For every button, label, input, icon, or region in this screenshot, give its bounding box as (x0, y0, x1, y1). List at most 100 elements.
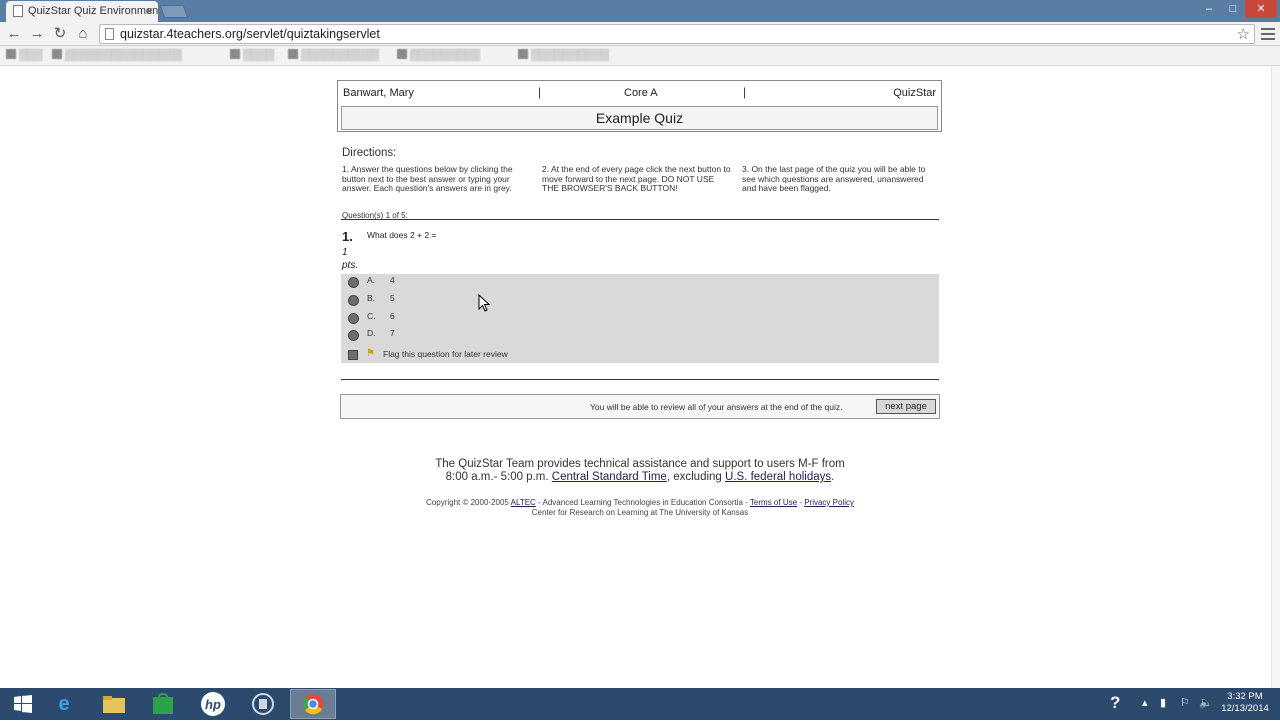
copyright-prefix: Copyright © 2000-2005 (426, 498, 509, 507)
close-window-button[interactable]: ✕ (1245, 0, 1277, 18)
store-icon[interactable] (140, 689, 186, 719)
answer-option-b[interactable]: B. 5 (348, 293, 648, 307)
answer-letter: B. (367, 293, 376, 303)
divider (341, 219, 939, 220)
page-info-icon[interactable] (105, 28, 114, 40)
review-note: You will be able to review all of your a… (590, 402, 843, 412)
copyright-dash: - (799, 498, 802, 507)
tab-title: QuizStar Quiz Environmen (28, 5, 158, 17)
answer-value: 7 (390, 328, 395, 338)
altec-link[interactable]: ALTEC (511, 498, 536, 507)
tab-close-icon[interactable]: × (146, 4, 153, 18)
flag-icon: ⚑ (366, 348, 375, 359)
support-line-2: 8:00 a.m.- 5:00 p.m. Central Standard Ti… (340, 471, 940, 484)
volume-icon[interactable]: 🔈 (1199, 696, 1213, 709)
radio-button[interactable] (348, 313, 359, 324)
support-hours: 8:00 a.m.- 5:00 p.m. (445, 471, 549, 483)
header-separator: | (538, 85, 542, 99)
answer-value: 5 (390, 293, 395, 303)
bookmark-item[interactable]: ▒▒▒▒▒▒▒▒▒▒▒▒▒▒▒ (52, 49, 182, 61)
radio-button[interactable] (348, 277, 359, 288)
address-bar[interactable]: quizstar.4teachers.org/servlet/quiztakin… (99, 24, 1255, 44)
svg-text:hp: hp (205, 697, 221, 712)
show-hidden-icons-icon[interactable]: ▴ (1142, 696, 1148, 709)
brand-name: QuizStar (893, 87, 936, 99)
student-name: Banwart, Mary (343, 87, 414, 99)
flag-label: Flag this question for later review (383, 349, 508, 359)
reload-icon[interactable]: ↻ (51, 25, 69, 43)
windows-start-icon[interactable] (0, 689, 46, 719)
vertical-scrollbar[interactable] (1271, 66, 1280, 688)
course-name: Core A (624, 87, 658, 99)
answer-value: 4 (390, 275, 395, 285)
radio-button[interactable] (348, 295, 359, 306)
internet-explorer-icon[interactable]: e (41, 689, 87, 719)
file-explorer-icon[interactable] (91, 689, 137, 719)
bookmark-item[interactable]: ▒▒▒▒ (230, 49, 274, 61)
direction-step-3: 3. On the last page of the quiz you will… (742, 164, 926, 193)
radio-button[interactable] (348, 330, 359, 341)
answer-value: 6 (390, 311, 395, 321)
divider (341, 379, 939, 380)
next-page-button[interactable]: next page (876, 399, 936, 414)
clock-date: 12/13/2014 (1221, 703, 1269, 714)
browser-toolbar: ← → ↻ ⌂ quizstar.4teachers.org/servlet/q… (0, 22, 1280, 46)
copyright-line-2: Center for Research on Learning at The U… (531, 508, 749, 517)
bookmark-item[interactable]: ▒▒▒ (6, 49, 42, 61)
answer-option-c[interactable]: C. 6 (348, 311, 648, 325)
support-text-end: . (831, 471, 835, 483)
support-line-1: The QuizStar Team provides technical ass… (435, 458, 845, 470)
clock-time: 3:32 PM (1227, 691, 1263, 702)
quiz-title: Example Quiz (341, 106, 938, 130)
new-tab-button[interactable] (159, 5, 189, 18)
forward-arrow-icon[interactable]: → (28, 25, 46, 43)
header-separator: | (743, 85, 747, 99)
page-content: Banwart, Mary | Core A | QuizStar Exampl… (0, 66, 1271, 688)
page-navigation-box: You will be able to review all of your a… (340, 394, 940, 419)
question-number: 1. (342, 229, 353, 244)
browser-tab[interactable]: QuizStar Quiz Environmen × (6, 1, 158, 22)
answer-letter: A. (367, 275, 376, 285)
answer-option-a[interactable]: A. 4 (348, 275, 648, 289)
action-center-icon[interactable]: ⚐ (1180, 696, 1190, 709)
url-text[interactable]: quizstar.4teachers.org/servlet/quiztakin… (120, 27, 380, 41)
question-points-unit: pts. (342, 260, 359, 271)
answer-letter: C. (367, 311, 376, 321)
app-icon[interactable] (240, 689, 286, 719)
privacy-policy-link[interactable]: Privacy Policy (804, 498, 854, 507)
answer-option-d[interactable]: D. 7 (348, 328, 648, 342)
page-favicon-icon (13, 5, 23, 17)
direction-step-2: 2. At the end of every page click the ne… (542, 164, 731, 193)
terms-of-use-link[interactable]: Terms of Use (750, 498, 797, 507)
bookmarks-bar: ▒▒▒ ▒▒▒▒▒▒▒▒▒▒▒▒▒▒▒ ▒▒▒▒ ▒▒▒▒▒▒▒▒▒▒ ▒▒▒▒… (0, 46, 1280, 66)
browser-tab-strip: QuizStar Quiz Environmen × – □ ✕ (0, 0, 1280, 22)
bookmark-star-icon[interactable]: ☆ (1237, 25, 1250, 43)
hp-icon[interactable]: hp (190, 689, 236, 719)
back-arrow-icon[interactable]: ← (5, 25, 23, 43)
support-text-mid: , excluding (666, 471, 722, 483)
question-text: What does 2 + 2 = (367, 230, 437, 240)
bookmark-item[interactable]: ▒▒▒▒▒▒▒▒▒▒ (518, 49, 609, 61)
bookmark-item[interactable]: ▒▒▒▒▒▒▒▒▒▒ (288, 49, 379, 61)
system-clock[interactable]: 3:32 PM 12/13/2014 (1214, 691, 1276, 715)
flag-checkbox[interactable] (348, 350, 358, 360)
chrome-icon[interactable] (290, 689, 336, 719)
bookmark-item[interactable]: ▒▒▒▒▒▒▒▒▒ (397, 49, 480, 61)
network-icon[interactable]: ▮ (1160, 696, 1166, 709)
copyright-consortia: - Advanced Learning Technologies in Educ… (538, 498, 748, 507)
federal-holidays-link[interactable]: U.S. federal holidays (725, 471, 831, 483)
home-icon[interactable]: ⌂ (74, 25, 92, 43)
chrome-menu-icon[interactable] (1261, 25, 1275, 41)
copyright-line-1: Copyright © 2000-2005 ALTEC - Advanced L… (340, 498, 940, 508)
central-time-link[interactable]: Central Standard Time (552, 471, 667, 483)
minimize-window-button[interactable]: – (1197, 0, 1221, 18)
quiz-header: Banwart, Mary | Core A | QuizStar Exampl… (337, 80, 942, 132)
flag-question[interactable]: ⚑ Flag this question for later review (348, 348, 648, 362)
support-text: The QuizStar Team provides technical ass… (340, 458, 940, 484)
directions-heading: Directions: (342, 147, 397, 159)
help-icon[interactable]: ? (1110, 693, 1120, 713)
copyright-notice: Copyright © 2000-2005 ALTEC - Advanced L… (340, 498, 940, 518)
restore-window-button[interactable]: □ (1221, 0, 1245, 18)
question-points: 1 (342, 247, 348, 258)
answer-letter: D. (367, 328, 376, 338)
